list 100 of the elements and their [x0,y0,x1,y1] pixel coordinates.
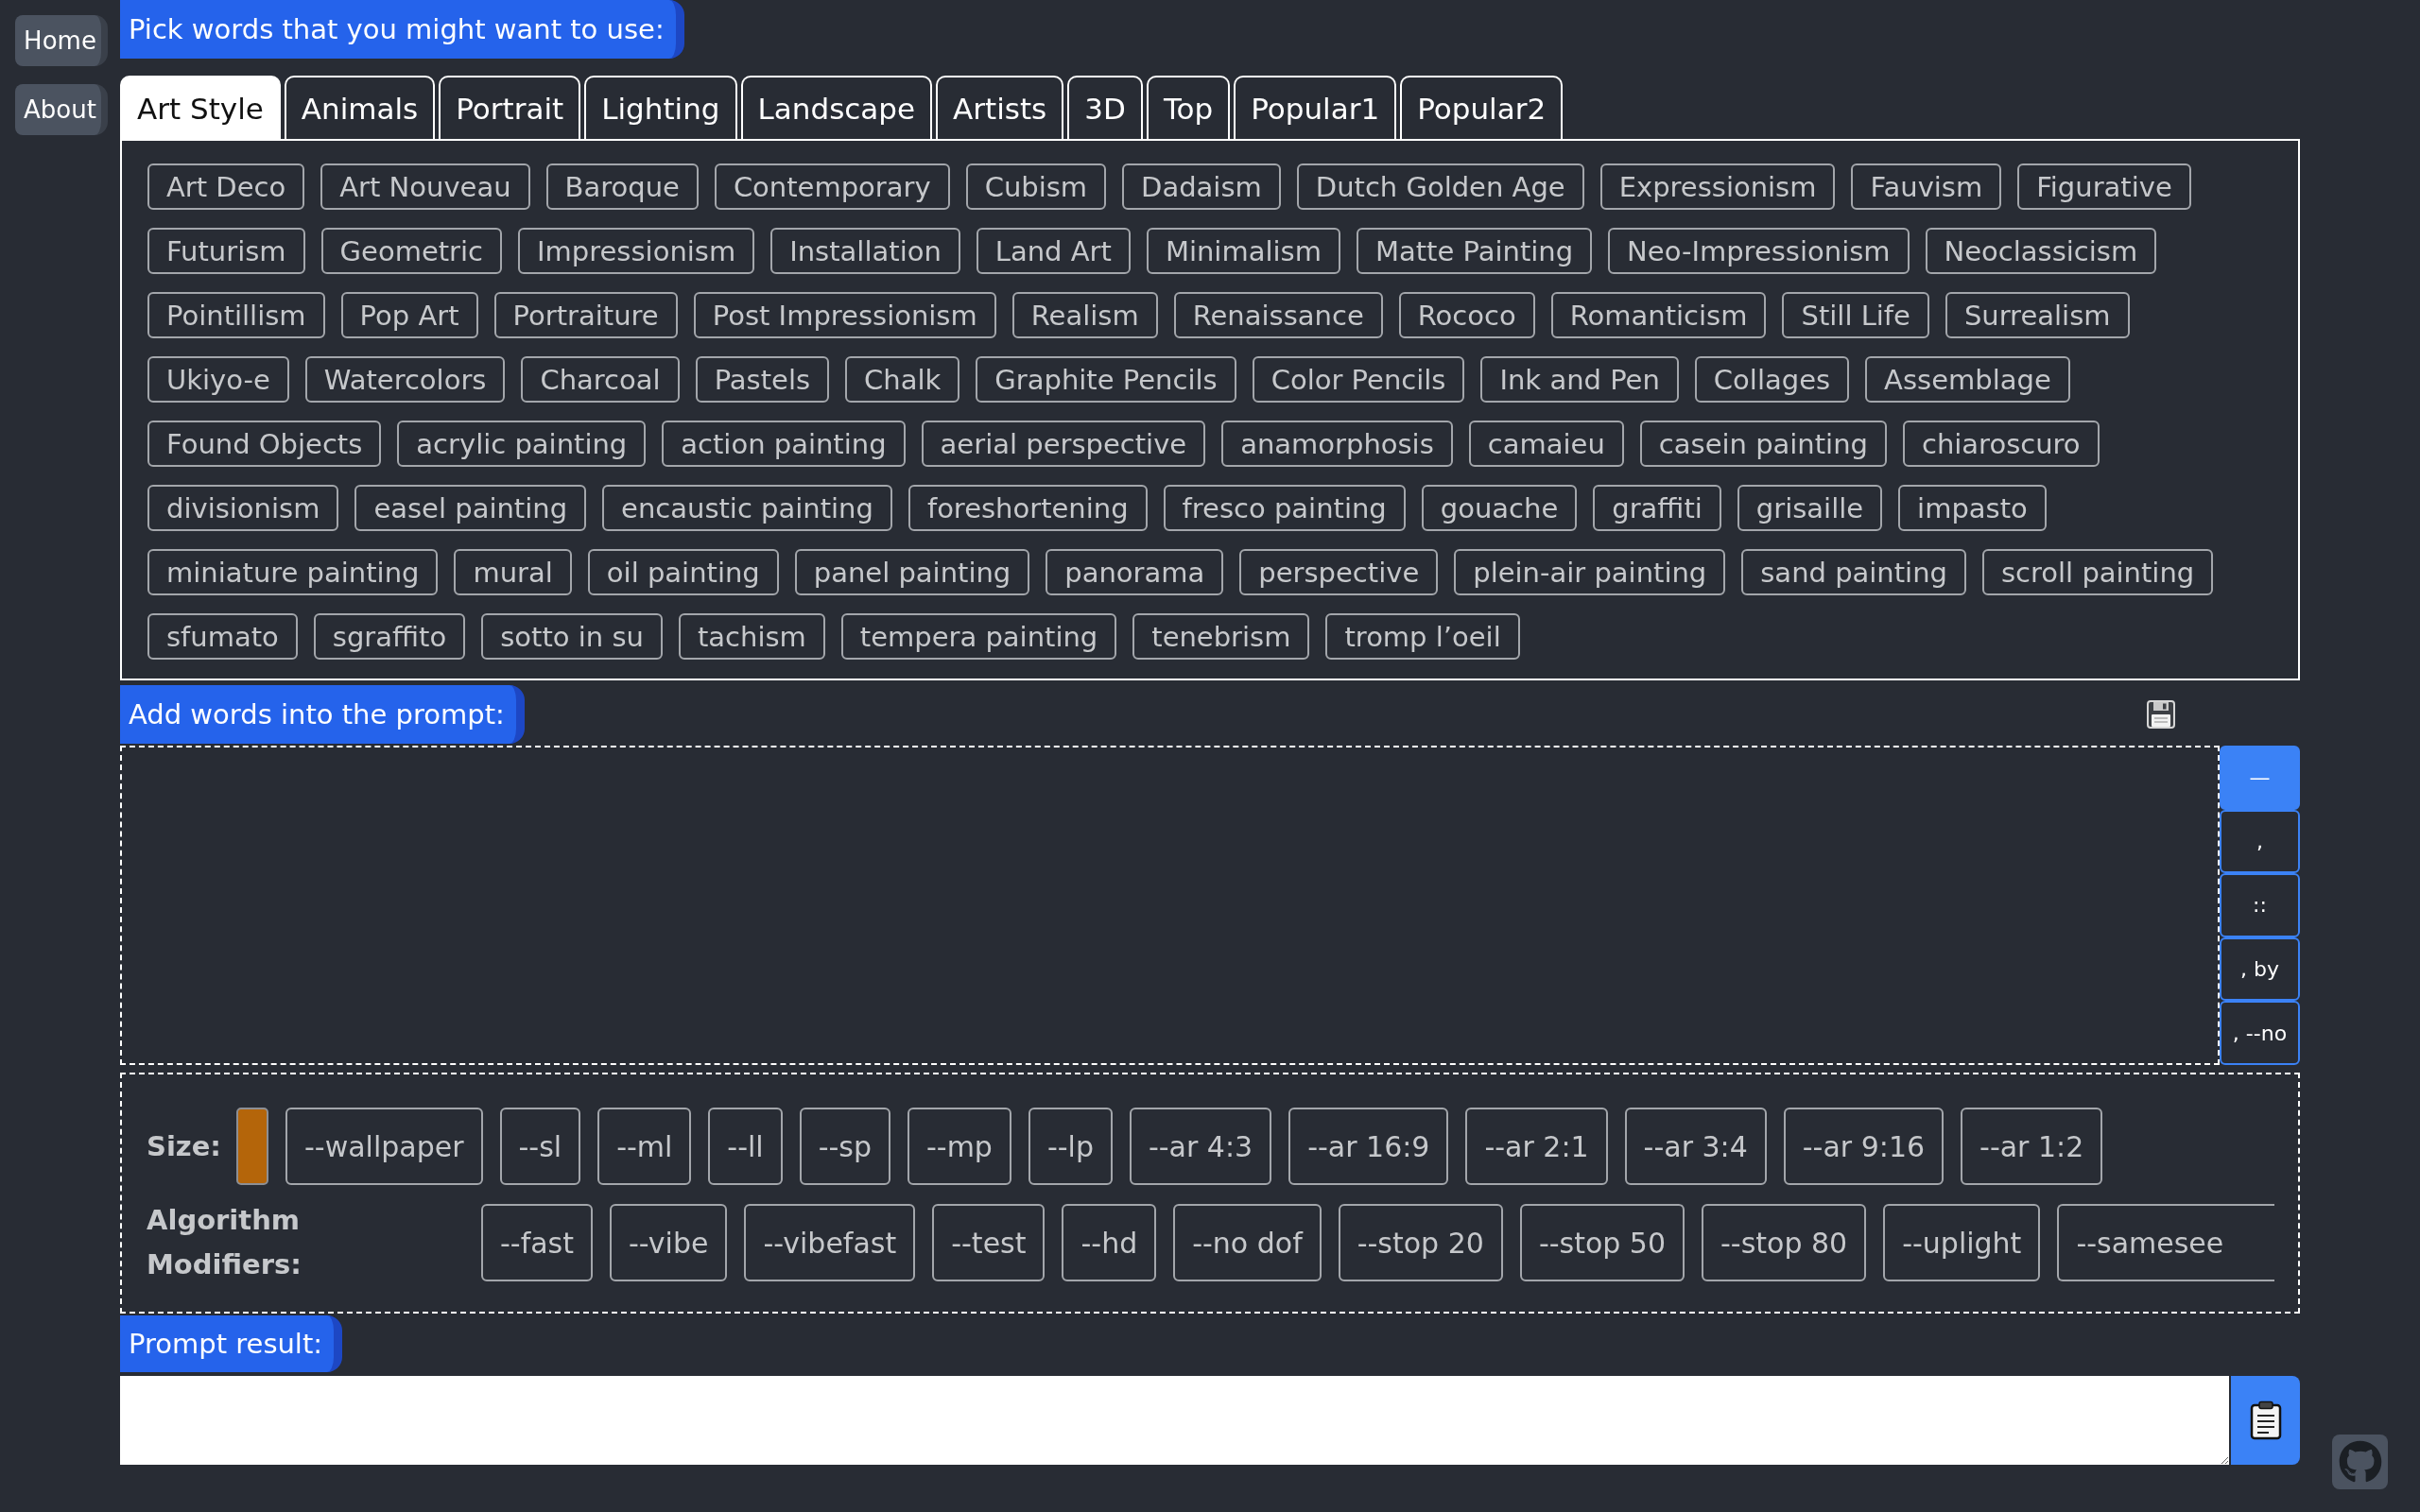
word-tag[interactable]: perspective [1239,549,1439,595]
word-tag[interactable]: tempera painting [840,613,1117,660]
word-tag[interactable]: Art Nouveau [320,163,530,210]
word-tag[interactable]: Matte Painting [1356,228,1593,274]
word-tag[interactable]: miniature painting [147,549,439,595]
copy-button[interactable] [2231,1376,2300,1465]
modifier-button[interactable]: --uplight [1883,1204,2041,1281]
word-tag[interactable]: scroll painting [1981,549,2214,595]
word-tag[interactable]: Land Art [976,228,1131,274]
result-input[interactable] [120,1376,2229,1465]
size-option-button[interactable]: --ar 1:2 [1961,1108,2103,1185]
category-tab[interactable]: Popular2 [1400,76,1564,139]
nav-button[interactable]: Home [15,15,108,66]
category-tab[interactable]: Portrait [439,76,581,139]
size-option-button[interactable]: --ll [708,1108,783,1185]
word-tag[interactable]: Charcoal [521,356,680,403]
word-tag[interactable]: sgraffito [313,613,466,660]
word-tag[interactable]: Neo-Impressionism [1608,228,1910,274]
size-option-button[interactable]: --ar 4:3 [1129,1108,1272,1185]
word-tag[interactable]: encaustic painting [602,485,892,531]
word-tag[interactable]: Renaissance [1173,292,1383,338]
word-tag[interactable]: Ink and Pen [1480,356,1679,403]
word-tag[interactable]: Minimalism [1146,228,1340,274]
category-tab[interactable]: 3D [1067,76,1143,139]
size-option-button[interactable]: --sl [499,1108,581,1185]
modifier-button[interactable]: --stop 20 [1338,1204,1503,1281]
size-option-button[interactable]: --ar 2:1 [1465,1108,1608,1185]
word-tag[interactable]: gouache [1421,485,1578,531]
word-tag[interactable]: Contemporary [714,163,950,210]
word-tag[interactable]: Rococo [1398,292,1535,338]
category-tab[interactable]: Top [1146,76,1231,139]
word-tag[interactable]: grisaille [1737,485,1883,531]
word-tag[interactable]: fresco painting [1163,485,1406,531]
separator-button[interactable]: , [2220,809,2300,874]
word-tag[interactable]: Chalk [845,356,960,403]
word-tag[interactable]: Impressionism [518,228,755,274]
word-tag[interactable]: Ukiyo-e [147,356,289,403]
word-tag[interactable]: Expressionism [1599,163,1836,210]
nav-button[interactable]: About [15,84,108,135]
word-tag[interactable]: Geometric [320,228,503,274]
word-tag[interactable]: Dutch Golden Age [1296,163,1584,210]
save-icon[interactable] [2147,700,2175,729]
word-tag[interactable]: impasto [1898,485,2047,531]
word-tag[interactable]: action painting [662,421,906,467]
word-tag[interactable]: Cubism [965,163,1107,210]
size-option-button[interactable]: --mp [908,1108,1011,1185]
category-tab[interactable]: Lighting [584,76,737,139]
modifier-button[interactable]: --samesee [2057,1204,2274,1281]
modifier-button[interactable]: --stop 50 [1519,1204,1685,1281]
word-tag[interactable]: Graphite Pencils [976,356,1236,403]
word-tag[interactable]: Pointillism [147,292,325,338]
word-tag[interactable]: Romanticism [1550,292,1767,338]
separator-button[interactable]: :: [2220,873,2300,937]
word-tag[interactable]: tromp l’oeil [1325,613,1520,660]
modifier-button[interactable]: --vibe [610,1204,728,1281]
word-tag[interactable]: Futurism [147,228,305,274]
word-tag[interactable]: Neoclassicism [1925,228,2157,274]
word-tag[interactable]: Assemblage [1865,356,2070,403]
github-icon[interactable] [2332,1435,2388,1489]
size-option-button[interactable]: --ar 9:16 [1783,1108,1945,1185]
word-tag[interactable]: sfumato [147,613,298,660]
word-tag[interactable]: Post Impressionism [693,292,996,338]
word-tag[interactable]: Still Life [1782,292,1929,338]
word-tag[interactable]: camaieu [1468,421,1624,467]
word-tag[interactable]: foreshortening [908,485,1148,531]
word-tag[interactable]: tenebrism [1132,613,1310,660]
word-tag[interactable]: Art Deco [147,163,305,210]
prompt-input[interactable] [120,746,2220,1065]
separator-button[interactable]: — [2220,746,2300,810]
size-option-button[interactable]: --ar 16:9 [1288,1108,1449,1185]
word-tag[interactable]: divisionism [147,485,339,531]
word-tag[interactable]: Pastels [695,356,830,403]
word-tag[interactable]: Surrealism [1945,292,2130,338]
word-tag[interactable]: chiaroscuro [1902,421,2100,467]
word-tag[interactable]: oil painting [587,549,779,595]
word-tag[interactable]: Color Pencils [1252,356,1465,403]
modifier-button[interactable]: --fast [481,1204,593,1281]
separator-button[interactable]: , by [2220,936,2300,1002]
category-tab[interactable]: Animals [284,76,436,139]
word-tag[interactable]: graffiti [1593,485,1721,531]
size-option-button[interactable]: --wallpaper [285,1108,483,1185]
word-tag[interactable]: Found Objects [147,421,382,467]
word-tag[interactable]: acrylic painting [397,421,647,467]
size-option-button[interactable]: --ar 3:4 [1624,1108,1767,1185]
separator-button[interactable]: , --no [2220,1001,2300,1065]
word-tag[interactable]: mural [454,549,572,595]
modifier-button[interactable]: --hd [1062,1204,1157,1281]
size-option-button[interactable]: --lp [1028,1108,1113,1185]
word-tag[interactable]: Dadaism [1122,163,1281,210]
modifier-button[interactable]: --test [932,1204,1046,1281]
word-tag[interactable]: plein-air painting [1454,549,1726,595]
modifier-button[interactable]: --vibefast [744,1204,916,1281]
word-tag[interactable]: Figurative [2017,163,2191,210]
word-tag[interactable]: Installation [770,228,960,274]
word-tag[interactable]: Realism [1011,292,1158,338]
word-tag[interactable]: Pop Art [340,292,478,338]
word-tag[interactable]: easel painting [354,485,587,531]
word-tag[interactable]: Baroque [545,163,699,210]
word-tag[interactable]: Collages [1694,356,1850,403]
word-tag[interactable]: aerial perspective [921,421,1206,467]
